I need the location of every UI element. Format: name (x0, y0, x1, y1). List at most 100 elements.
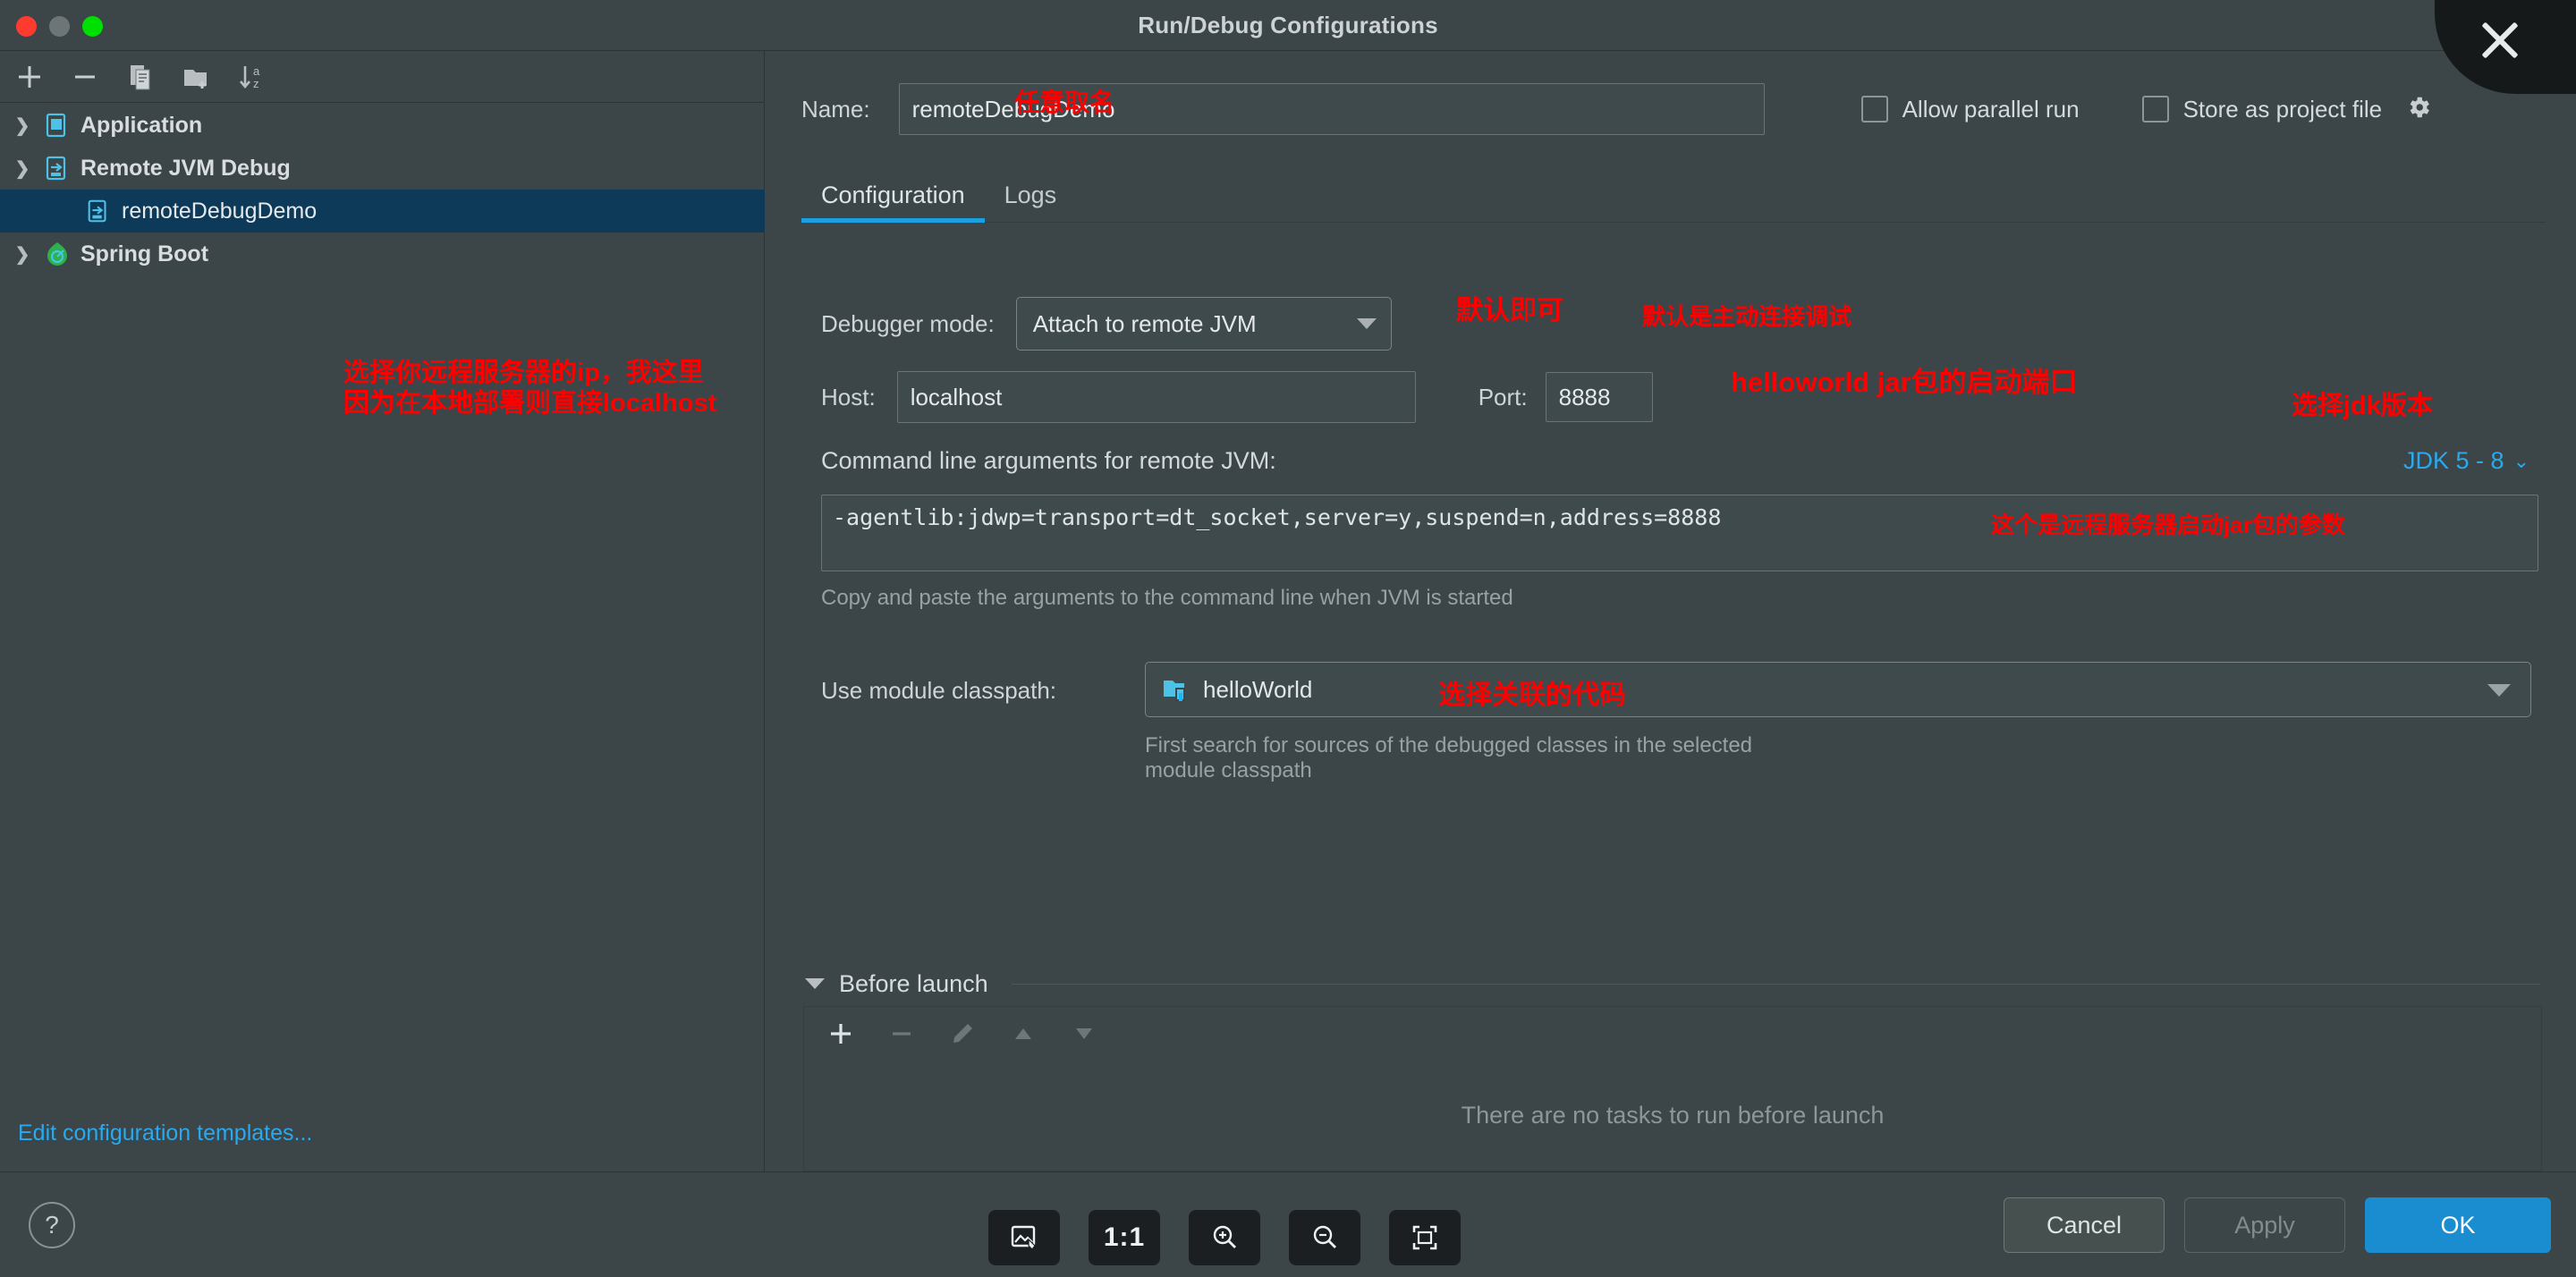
annotation-debugger-connect-note: 默认是主动连接调试 (1642, 303, 1852, 330)
chevron-down-icon (2487, 684, 2511, 697)
image-viewer-toolbar: 1:1 (988, 1210, 1461, 1265)
window-title: Run/Debug Configurations (1138, 11, 1438, 38)
actual-size-label: 1:1 (1103, 1222, 1146, 1252)
annotation-port-note: helloworld jar包的启动端口 (1731, 367, 2078, 398)
cancel-button[interactable]: Cancel (2004, 1197, 2165, 1253)
tree-item-application[interactable]: ❯ Application (0, 104, 765, 147)
actual-size-button[interactable]: 1:1 (1089, 1210, 1160, 1265)
tree-item-remote-jvm-debug[interactable]: ❯ Remote JVM Debug (0, 147, 765, 190)
window-close-button[interactable] (16, 16, 37, 37)
before-launch-title: Before launch (839, 969, 988, 997)
jdk-version-label: JDK 5 - 8 (2403, 447, 2504, 474)
annotation-module-note: 选择关联的代码 (1438, 681, 1626, 710)
jdk-version-selector[interactable]: JDK 5 - 8 ⌄ (2403, 447, 2529, 475)
chevron-right-icon[interactable]: ❯ (5, 243, 39, 266)
help-button[interactable]: ? (29, 1202, 75, 1248)
run-debug-configurations-dialog: Run/Debug Configurations a z ❯ Applicati… (0, 0, 2576, 1277)
zoom-out-button[interactable] (1289, 1210, 1360, 1265)
module-classpath-hint: First search for sources of the debugged… (1145, 733, 2129, 783)
tab-configuration[interactable]: Configuration (801, 182, 985, 223)
module-classpath-value: helloWorld (1203, 675, 1313, 703)
before-launch-header[interactable]: Before launch (805, 966, 2540, 1002)
fit-to-screen-button[interactable] (1389, 1210, 1461, 1265)
svg-text:z: z (253, 77, 259, 90)
debugger-mode-row: Debugger mode: Attach to remote JVM (821, 297, 1392, 351)
window-minimize-button[interactable] (49, 16, 70, 37)
zoom-in-button[interactable] (1189, 1210, 1260, 1265)
command-line-arguments-hint: Copy and paste the arguments to the comm… (821, 586, 1513, 610)
chevron-down-icon (1356, 318, 1377, 329)
tree-item-label: Application (80, 112, 203, 138)
use-module-classpath-select[interactable]: helloWorld (1145, 662, 2531, 717)
tree-item-remotedebugdemo[interactable]: ❯ remoteDebugDemo (0, 190, 765, 233)
apply-button[interactable]: Apply (2184, 1197, 2345, 1253)
spring-boot-icon (39, 240, 75, 268)
title-bar: Run/Debug Configurations (0, 0, 2576, 51)
dialog-action-buttons: Cancel Apply OK (2004, 1197, 2551, 1253)
chevron-right-icon[interactable]: ❯ (5, 114, 39, 137)
window-traffic-lights (16, 16, 103, 37)
use-module-classpath-label: Use module classpath: (821, 677, 1057, 704)
store-as-project-file-checkbox[interactable] (2141, 96, 2169, 123)
port-label: Port: (1478, 383, 1528, 410)
allow-parallel-run-checkbox[interactable] (1860, 96, 1888, 123)
tree-item-label: Spring Boot (80, 241, 209, 266)
annotation-host-note: 选择你远程服务器的ip，我这里 因为在本地部署则直接localhost (343, 359, 717, 419)
host-input[interactable]: localhost (896, 371, 1416, 423)
store-as-project-file-label: Store as project file (2182, 95, 2383, 123)
configurations-sidebar: a z ❯ Application ❯ Remote JVM Debug rem… (0, 51, 765, 1171)
annotation-name-note: 任意取名 (1014, 89, 1115, 116)
debugger-mode-select[interactable]: Attach to remote JVM (1015, 297, 1392, 351)
port-input[interactable]: 8888 (1545, 372, 1653, 422)
allow-parallel-run-label: Allow parallel run (1902, 95, 2080, 123)
move-task-up-button (1006, 1017, 1040, 1051)
allow-parallel-run-checkbox-row[interactable]: Allow parallel run (1860, 95, 2080, 123)
copy-configuration-button[interactable] (123, 60, 157, 94)
host-label: Host: (821, 383, 876, 410)
before-launch-task-list: There are no tasks to run before launch (803, 1060, 2542, 1171)
before-launch-empty-text: There are no tasks to run before launch (1461, 1101, 1885, 1129)
move-task-down-button (1067, 1017, 1101, 1051)
close-icon (2477, 16, 2523, 63)
window-zoom-button[interactable] (82, 16, 103, 37)
chevron-down-icon: ⌄ (2512, 449, 2529, 472)
module-classpath-hint-text: First search for sources of the debugged… (1145, 733, 1753, 782)
edit-image-button[interactable] (988, 1210, 1060, 1265)
configuration-editor-panel: Name: remoteDebugDemo Allow parallel run… (766, 51, 2576, 1171)
application-icon (39, 111, 75, 140)
remove-task-button (885, 1017, 919, 1051)
before-launch-toolbar (803, 1006, 2542, 1060)
edit-configuration-templates-link[interactable]: Edit configuration templates... (18, 1121, 312, 1146)
host-row: Host: localhost Port: 8888 (821, 371, 1653, 423)
add-configuration-button[interactable] (13, 60, 47, 94)
add-task-button[interactable] (824, 1017, 858, 1051)
remove-configuration-button[interactable] (68, 60, 102, 94)
name-label: Name: (801, 95, 870, 123)
save-configuration-button[interactable] (179, 60, 213, 94)
ok-button[interactable]: OK (2365, 1197, 2551, 1253)
annotation-debugger-mode-note: 默认即可 (1456, 296, 1563, 326)
editor-tabs: Configuration Logs (801, 165, 2546, 223)
gear-icon[interactable] (2405, 94, 2432, 125)
module-folder-icon (1162, 676, 1191, 703)
configurations-tree: ❯ Application ❯ Remote JVM Debug remoteD… (0, 104, 765, 275)
chevron-down-icon[interactable]: ❯ (5, 157, 39, 180)
sidebar-toolbar: a z (0, 51, 765, 103)
annotation-jdk-note: 选择jdk版本 (2292, 392, 2433, 420)
tab-logs[interactable]: Logs (985, 182, 1077, 222)
svg-text:a: a (253, 64, 260, 78)
debugger-mode-value: Attach to remote JVM (1032, 309, 1257, 337)
debugger-mode-label: Debugger mode: (821, 309, 995, 337)
tree-item-label: remoteDebugDemo (122, 198, 318, 224)
store-as-project-file-checkbox-row[interactable]: Store as project file (2141, 94, 2433, 125)
triangle-down-icon[interactable] (805, 978, 825, 989)
remote-jvm-icon (80, 198, 116, 224)
before-launch-divider (1011, 983, 2540, 985)
annotation-cmd-args-note: 这个是远程服务器启动jar包的参数 (1991, 512, 2345, 538)
sort-configurations-button[interactable]: a z (234, 60, 268, 94)
edit-task-button (945, 1017, 979, 1051)
remote-jvm-icon (39, 154, 75, 182)
command-line-arguments-label: Command line arguments for remote JVM: (821, 447, 1276, 474)
tree-item-spring-boot[interactable]: ❯ Spring Boot (0, 233, 765, 275)
tree-item-label: Remote JVM Debug (80, 155, 291, 181)
